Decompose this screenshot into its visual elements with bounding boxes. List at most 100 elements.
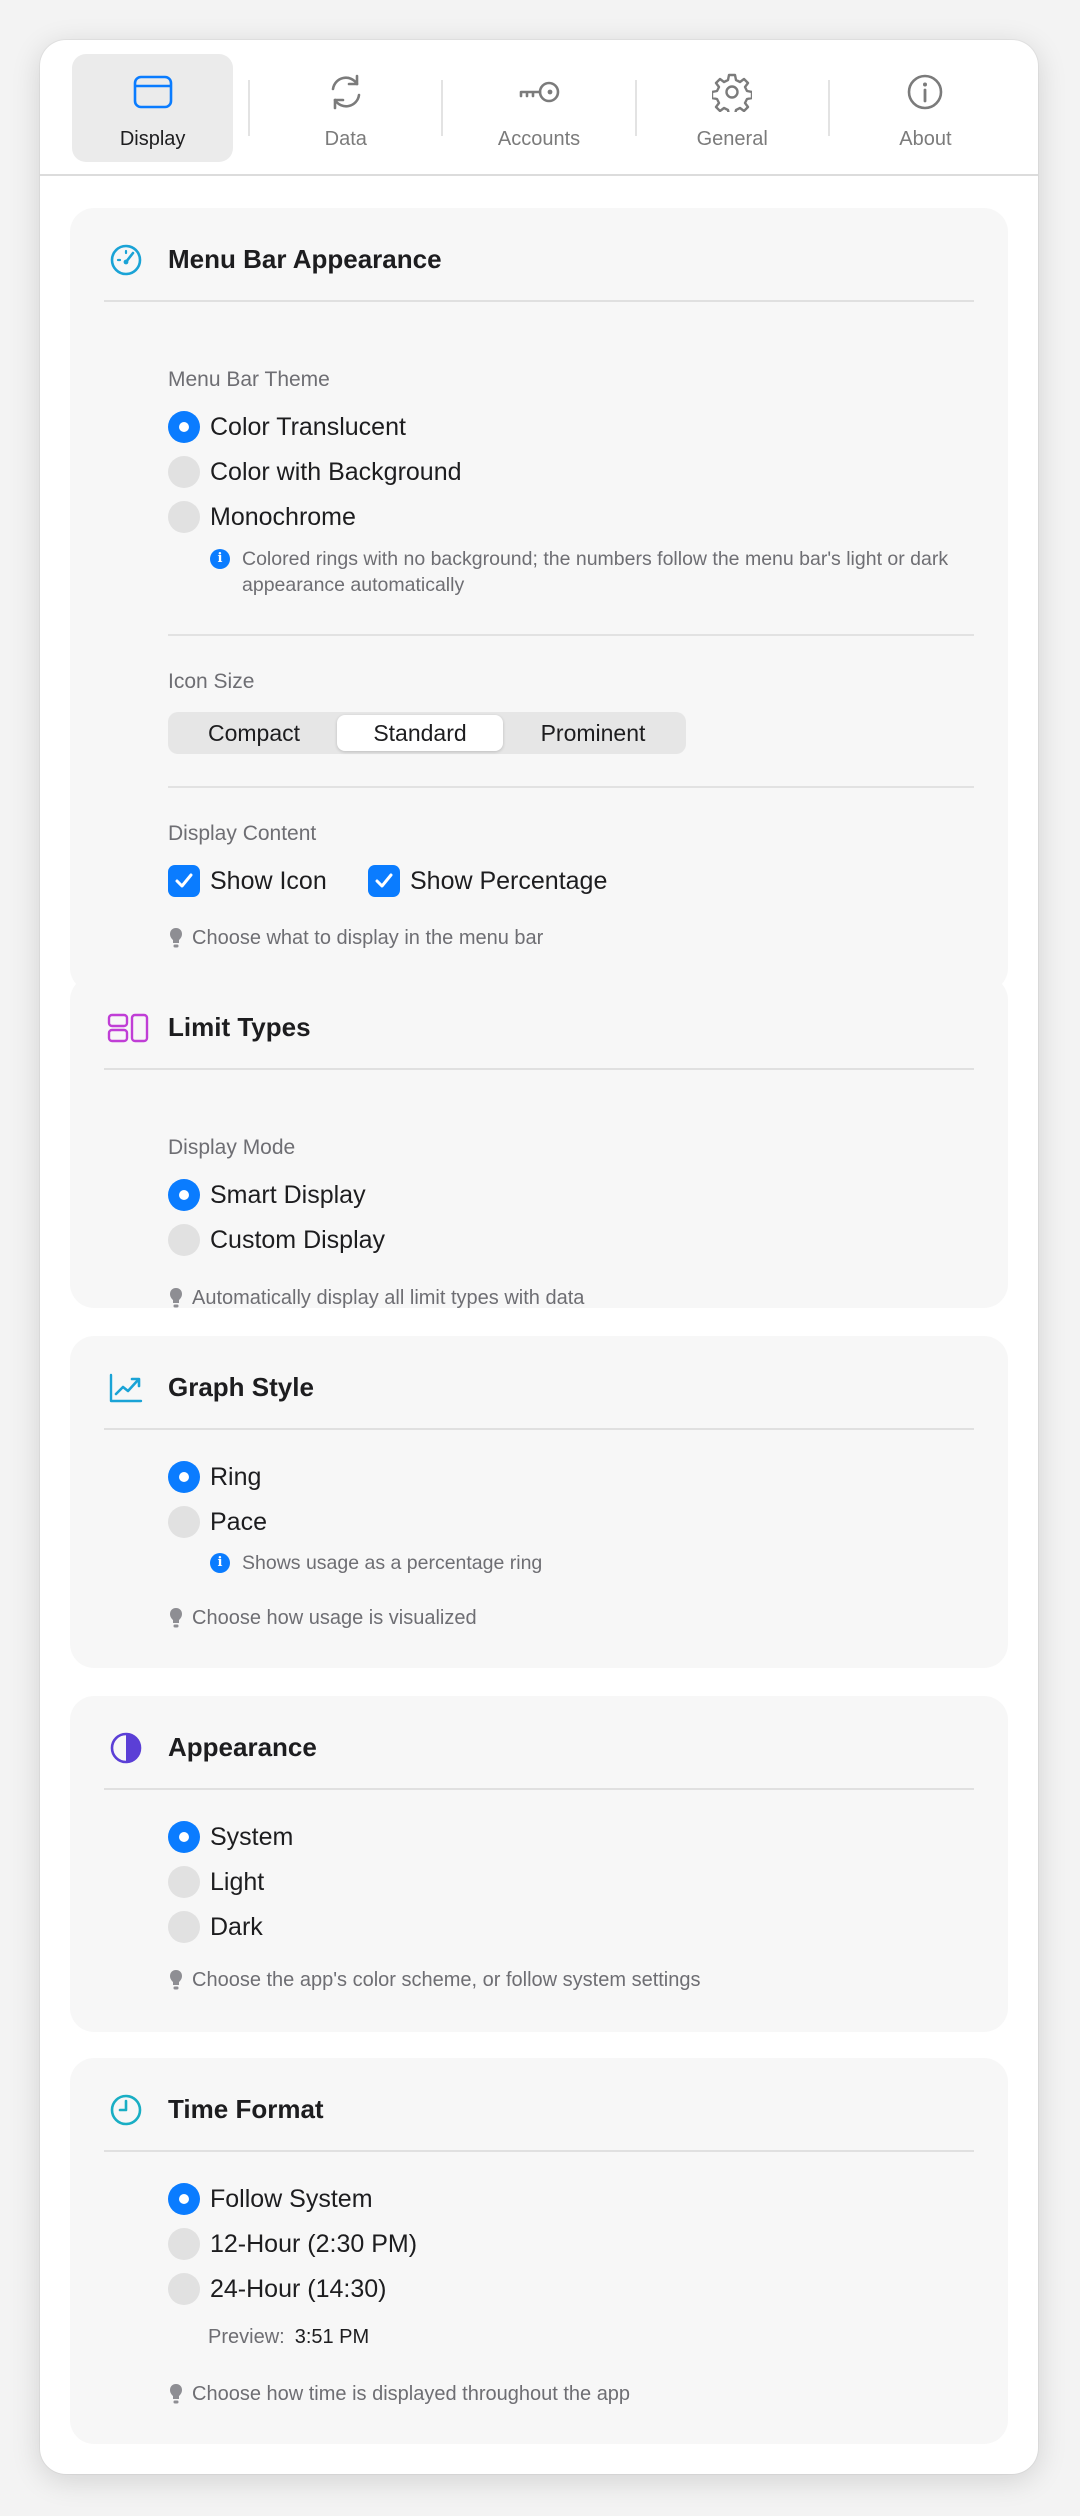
tab-label: General: [696, 128, 768, 150]
section-label: Menu Bar Theme: [168, 368, 330, 391]
radio-button[interactable]: [168, 2273, 200, 2305]
radio-smart-display[interactable]: Smart Display: [168, 1178, 366, 1212]
info-circle-icon: [903, 70, 947, 114]
card-title: Menu Bar Appearance: [168, 244, 442, 274]
tab-data[interactable]: Data: [265, 54, 444, 162]
preview-value: 3:51 PM: [294, 2326, 370, 2348]
graph-info: i Shows usage as a percentage ring: [210, 1550, 1002, 1576]
divider: [168, 786, 974, 788]
hint: Choose what to display in the menu bar: [168, 926, 543, 950]
info-icon: i: [210, 1553, 230, 1573]
divider: [104, 2150, 974, 2152]
radio-button[interactable]: [168, 1461, 200, 1493]
toolbar: Display Data Accounts General About: [40, 40, 1038, 176]
half-circle-icon: [108, 1730, 144, 1766]
radio-dark[interactable]: Dark: [168, 1910, 263, 1944]
radio-24-hour[interactable]: 24-Hour (14:30): [168, 2272, 386, 2306]
radio-12-hour[interactable]: 12-Hour (2:30 PM): [168, 2227, 417, 2261]
radio-label: Ring: [210, 1462, 262, 1491]
key-icon: [517, 70, 561, 114]
radio-button[interactable]: [168, 1179, 200, 1211]
radio-label: Follow System: [210, 2184, 373, 2213]
icon-size-segmented-control[interactable]: Compact Standard Prominent: [168, 712, 686, 754]
divider: [104, 1788, 974, 1790]
radio-button[interactable]: [168, 456, 200, 488]
divider: [104, 300, 974, 302]
layout-icon: [106, 1010, 150, 1046]
radio-label: Color with Background: [210, 457, 462, 486]
card-title: Graph Style: [168, 1372, 314, 1402]
radio-pace[interactable]: Pace: [168, 1505, 267, 1539]
info-text: Colored rings with no background; the nu…: [242, 548, 949, 596]
card-title: Time Format: [168, 2094, 324, 2124]
show-icon-checkbox[interactable]: Show Icon: [168, 864, 327, 898]
checkbox-label: Show Icon: [210, 866, 327, 895]
tab-label: Display: [119, 128, 186, 150]
section-label: Display Mode: [168, 1136, 296, 1159]
graph-style-card: Graph Style Ring Pace i Shows usage as a…: [70, 1336, 1008, 1668]
radio-label: Pace: [210, 1507, 267, 1536]
section-label: Display Content: [168, 822, 317, 845]
chart-line-icon: [108, 1370, 144, 1406]
radio-button[interactable]: [168, 2228, 200, 2260]
menu-bar-appearance-card: Menu Bar Appearance Menu Bar Theme Color…: [70, 208, 1008, 992]
card-header: Graph Style: [70, 1336, 1008, 1430]
radio-system[interactable]: System: [168, 1820, 293, 1854]
lightbulb-icon: [168, 1606, 184, 1630]
checkbox[interactable]: [368, 865, 400, 897]
refresh-icon: [324, 70, 368, 114]
card-header: Appearance: [70, 1696, 1008, 1790]
hint-text: Automatically display all limit types wi…: [192, 1286, 585, 1309]
radio-monochrome[interactable]: Monochrome: [168, 500, 356, 534]
segment-standard[interactable]: Standard: [337, 715, 503, 751]
radio-button[interactable]: [168, 1911, 200, 1943]
section-label: Icon Size: [168, 670, 255, 693]
lightbulb-icon: [168, 2382, 184, 2406]
radio-color-translucent[interactable]: Color Translucent: [168, 410, 406, 444]
tab-separator: [441, 80, 444, 136]
checkbox[interactable]: [168, 865, 200, 897]
tab-label: About: [899, 128, 952, 150]
radio-color-with-background[interactable]: Color with Background: [168, 455, 462, 489]
radio-button[interactable]: [168, 1506, 200, 1538]
hint-text: Choose how time is displayed throughout …: [192, 2382, 631, 2405]
radio-label: Color Translucent: [210, 412, 406, 441]
segment-prominent[interactable]: Prominent: [503, 715, 683, 751]
card-header: Time Format: [70, 2058, 1008, 2152]
card-title: Limit Types: [168, 1012, 311, 1042]
hint: Choose how usage is visualized: [168, 1606, 477, 1630]
hint: Choose the app's color scheme, or follow…: [168, 1968, 701, 1992]
card-header: Limit Types: [70, 976, 1008, 1070]
radio-follow-system[interactable]: Follow System: [168, 2182, 373, 2216]
hint-text: Choose how usage is visualized: [192, 1606, 477, 1629]
radio-ring[interactable]: Ring: [168, 1460, 261, 1494]
hint: Automatically display all limit types wi…: [168, 1286, 584, 1310]
tab-accounts[interactable]: Accounts: [458, 54, 637, 162]
checkmark-icon: [175, 873, 193, 888]
radio-button[interactable]: [168, 411, 200, 443]
radio-light[interactable]: Light: [168, 1865, 264, 1899]
divider: [168, 634, 974, 636]
divider: [104, 1068, 974, 1070]
preview-label: Preview:: [208, 2326, 285, 2348]
tab-separator: [248, 80, 251, 136]
show-percentage-checkbox[interactable]: Show Percentage: [368, 864, 607, 898]
time-preview: Preview: 3:51 PM: [208, 2326, 369, 2349]
tab-separator: [634, 80, 637, 136]
radio-label: Custom Display: [210, 1225, 386, 1254]
radio-label: Dark: [210, 1912, 263, 1941]
radio-custom-display[interactable]: Custom Display: [168, 1223, 385, 1257]
info-icon: i: [210, 549, 230, 569]
radio-button[interactable]: [168, 1821, 200, 1853]
tab-about[interactable]: About: [845, 54, 1006, 162]
radio-button[interactable]: [168, 2183, 200, 2215]
card-title: Appearance: [168, 1732, 317, 1762]
segment-compact[interactable]: Compact: [171, 715, 337, 751]
tab-label: Accounts: [497, 128, 581, 150]
tab-general[interactable]: General: [652, 54, 830, 162]
tab-display[interactable]: Display: [72, 54, 251, 162]
radio-button[interactable]: [168, 1866, 200, 1898]
radio-button[interactable]: [168, 1224, 200, 1256]
radio-button[interactable]: [168, 501, 200, 533]
card-header: Menu Bar Appearance: [70, 208, 1008, 302]
